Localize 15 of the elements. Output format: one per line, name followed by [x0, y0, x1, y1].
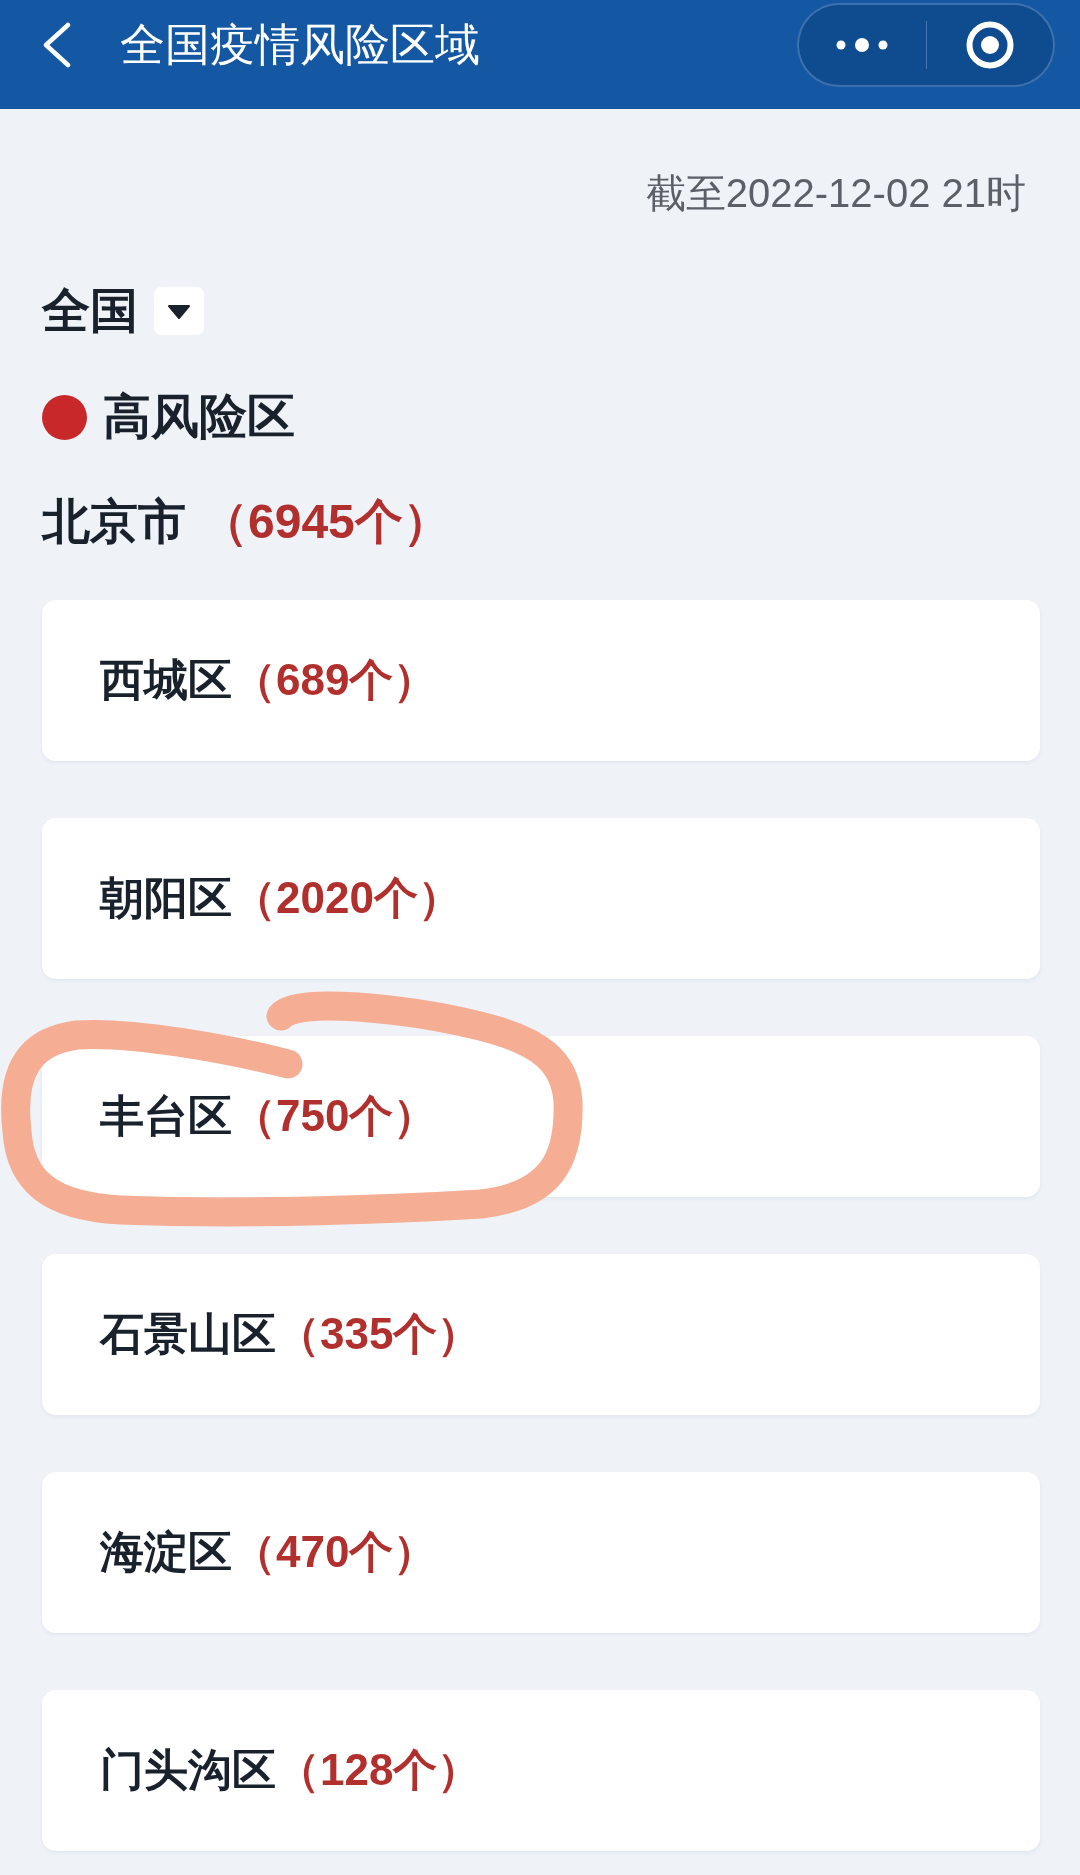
- more-icon[interactable]: [836, 38, 889, 52]
- city-heading: 北京市 （6945个）: [42, 494, 451, 550]
- district-card[interactable]: 丰台区（750个）: [42, 1036, 1040, 1197]
- caret-icon: [154, 287, 204, 335]
- page-title: 全国疫情风险区域: [120, 19, 480, 70]
- district-card[interactable]: 石景山区（335个）: [42, 1254, 1040, 1415]
- district-card[interactable]: 海淀区（470个）: [42, 1472, 1040, 1633]
- status-dot-icon: [42, 394, 87, 440]
- update-time: 截至2022-12-02 21时: [645, 170, 1026, 217]
- district-card[interactable]: 朝阳区（2020个）: [42, 818, 1040, 979]
- risk-level-label: 高风险区: [103, 389, 295, 445]
- region-selector[interactable]: 全国: [42, 287, 204, 335]
- target-icon[interactable]: [965, 21, 1014, 69]
- district-card[interactable]: 门头沟区（128个）: [42, 1690, 1040, 1851]
- district-card[interactable]: 西城区（689个）: [42, 600, 1040, 761]
